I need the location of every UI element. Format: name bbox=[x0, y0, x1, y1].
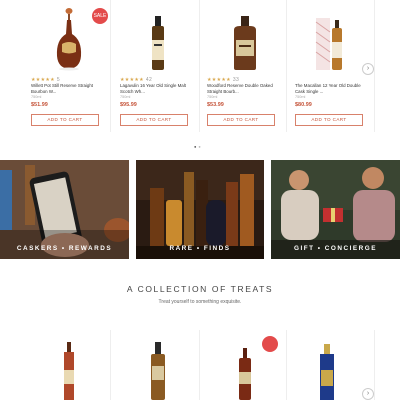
add-to-cart-button[interactable]: ADD TO CART bbox=[295, 114, 363, 126]
carousel-next-arrow-icon[interactable]: › bbox=[362, 63, 374, 75]
product-card[interactable] bbox=[28, 330, 111, 400]
product-name[interactable]: Willett Pot Still Reserve Straight Bourb… bbox=[31, 83, 105, 94]
product-image[interactable] bbox=[117, 330, 199, 400]
product-card[interactable] bbox=[204, 330, 287, 400]
promo-tile-caskers-rewards[interactable]: CASKERS • REWARDS bbox=[0, 160, 129, 259]
product-card[interactable]: ★★★★★ 42 Lagavulin 16 Year Old Single Mal… bbox=[117, 0, 200, 132]
add-to-cart-button[interactable]: ADD TO CART bbox=[31, 114, 99, 126]
product-name[interactable]: The Macallan 12 Year Old Double Cask Sin… bbox=[295, 83, 369, 94]
product-image[interactable] bbox=[292, 330, 374, 400]
product-carousel-top: SALE ★★★★★ 5 Willett Pot Still Reserve St… bbox=[0, 0, 400, 150]
product-image[interactable] bbox=[204, 330, 286, 400]
product-card[interactable] bbox=[117, 330, 200, 400]
add-to-cart-button[interactable]: ADD TO CART bbox=[120, 114, 188, 126]
promo-label: CASKERS • REWARDS bbox=[16, 245, 113, 252]
add-to-cart-button[interactable]: ADD TO CART bbox=[207, 114, 275, 126]
product-size: 750ml bbox=[31, 95, 42, 99]
collection-title: A COLLECTION OF TREATS bbox=[126, 284, 274, 294]
promo-tile-gift-concierge[interactable]: GIFT • CONCIERGE bbox=[271, 160, 400, 259]
product-card[interactable]: ★★★★★ 33 Woodford Reserve Double Oaked St… bbox=[204, 0, 287, 132]
collection-subtitle: Treat yourself to something exquisite. bbox=[158, 299, 242, 305]
product-size: 750ml bbox=[207, 95, 218, 99]
product-carousel-bottom: › bbox=[0, 330, 400, 400]
carousel-dots[interactable]: ●● bbox=[194, 144, 203, 149]
promo-label: GIFT • CONCIERGE bbox=[293, 245, 378, 252]
product-card[interactable]: SALE ★★★★★ 5 Willett Pot Still Reserve St… bbox=[28, 0, 111, 132]
product-name[interactable]: Lagavulin 16 Year Old Single Malt Scotch… bbox=[120, 83, 194, 94]
product-size: 750ml bbox=[295, 95, 306, 99]
promo-label: RARE • FINDS bbox=[169, 245, 231, 252]
carousel-next-arrow-icon[interactable]: › bbox=[362, 388, 374, 400]
sale-badge: SALE bbox=[92, 8, 108, 24]
promo-tile-rare-finds[interactable]: RARE • FINDS bbox=[136, 160, 264, 259]
product-size: 750ml bbox=[120, 95, 131, 99]
product-price: $53.99 bbox=[207, 102, 224, 108]
product-image[interactable] bbox=[204, 0, 286, 75]
product-price: $80.99 bbox=[295, 102, 312, 108]
product-price: $51.99 bbox=[31, 102, 48, 108]
product-image[interactable] bbox=[292, 0, 374, 75]
product-name[interactable]: Woodford Reserve Double Oaked Straight B… bbox=[207, 83, 281, 94]
product-image[interactable] bbox=[28, 330, 110, 400]
product-image[interactable] bbox=[117, 0, 199, 75]
product-price: $95.99 bbox=[120, 102, 137, 108]
